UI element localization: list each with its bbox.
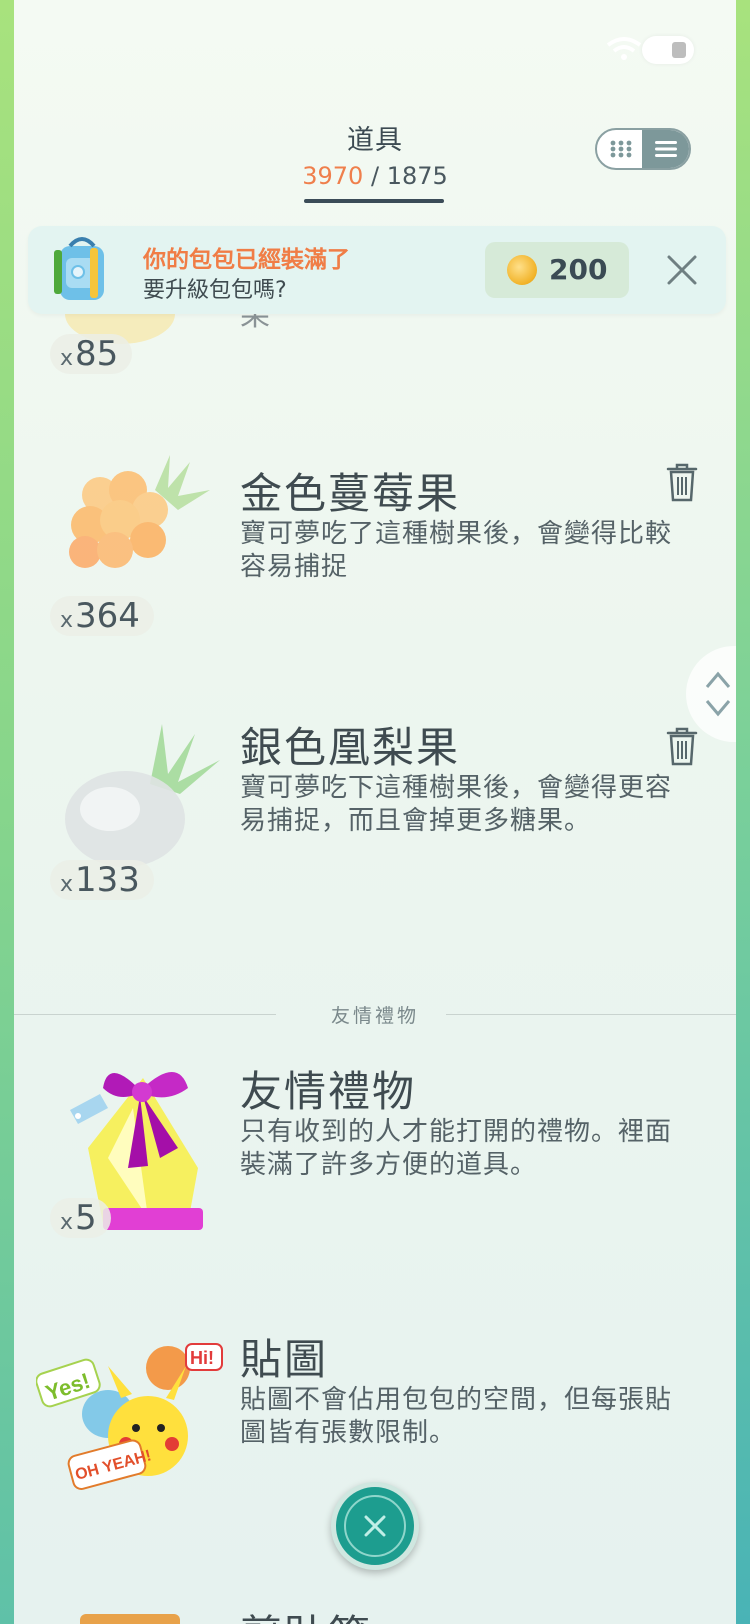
item-quantity: x85 — [50, 334, 133, 374]
coin-icon — [507, 255, 537, 285]
item-count-max: 1875 — [386, 162, 448, 190]
backpack-icon — [54, 237, 104, 300]
chevron-up-icon — [705, 671, 731, 688]
upgrade-cost: 200 — [549, 253, 608, 286]
upgrade-bag-button[interactable]: 200 — [485, 242, 629, 298]
silver-berry-image — [65, 724, 220, 867]
view-toggle[interactable] — [595, 128, 691, 170]
item-name: 銀色凰梨果 — [240, 723, 461, 772]
list-item[interactable]: 銀色凰梨果 寶可夢吃下這種樹果後，會變得更容易捕捉，而且會掉更多糖果。 x133 — [14, 714, 736, 934]
item-description: 寶可夢吃了這種樹果後，會變得比較容易捕捉 — [240, 519, 673, 582]
item-name: 友情禮物 — [240, 1067, 417, 1116]
close-icon[interactable] — [666, 254, 698, 286]
list-view-button[interactable] — [642, 130, 689, 168]
item-quantity: x364 — [50, 596, 154, 636]
list-item[interactable]: Hi! Yes! OH YEAH! 貼圖 貼圖不會佔用包包的空間，但每張貼圖皆有… — [14, 1316, 736, 1496]
golden-berry-image — [69, 455, 210, 568]
count-underline — [304, 199, 444, 203]
battery-icon — [642, 36, 694, 64]
item-description: 只有收到的人才能打開的禮物。裡面裝滿了許多方便的道具。 — [240, 1117, 673, 1180]
close-button[interactable] — [331, 1482, 419, 1570]
bag-full-subtitle: 要升級包包嗎? — [143, 278, 287, 303]
sticker-image: Hi! Yes! OH YEAH! — [36, 1343, 223, 1490]
bag-full-title: 你的包包已經裝滿了 — [143, 247, 350, 273]
list-item[interactable]: 友情禮物 只有收到的人才能打開的禮物。裡面裝滿了許多方便的道具。 x5 — [14, 1050, 736, 1250]
item-description: 貼圖不會佔用包包的空間，但每張貼圖皆有張數限制。 — [240, 1385, 673, 1448]
list-item[interactable]: 剪貼簿 — [14, 1596, 736, 1624]
wifi-icon — [606, 37, 642, 60]
list-item[interactable]: 金色蔓莓果 寶可夢吃了這種樹果後，會變得比較容易捕捉 x364 — [14, 450, 736, 670]
item-description: 寶可夢吃下這種樹果後，會變得更容易捕捉，而且會掉更多糖果。 — [240, 773, 673, 836]
item-name: 貼圖 — [240, 1335, 329, 1384]
bag-full-banner[interactable]: 你的包包已經裝滿了 要升級包包嗎? 200 — [28, 226, 726, 314]
item-quantity: x5 — [50, 1198, 111, 1238]
list-icon — [654, 141, 677, 157]
sticker-hi-text: Hi! — [190, 1348, 214, 1368]
item-count-current: 3970 — [302, 162, 364, 190]
right-frame — [736, 0, 750, 1624]
items-sheet: 道具 3970 / 1875 果 x85 你的包包已經裝滿了 要升級包包嗎? 2… — [14, 0, 736, 1624]
scrapbook-image — [80, 1614, 180, 1624]
trash-icon[interactable] — [666, 462, 698, 502]
grid-view-button[interactable] — [597, 130, 644, 168]
left-frame — [0, 0, 14, 1624]
item-name: 金色蔓莓果 — [240, 469, 461, 518]
trash-icon[interactable] — [666, 726, 698, 766]
item-count-separator: / — [370, 162, 380, 190]
close-icon — [364, 1515, 386, 1537]
chevron-down-icon — [705, 700, 731, 717]
item-name: 剪貼簿 — [240, 1602, 372, 1624]
item-quantity: x133 — [50, 860, 154, 900]
grid-icon — [610, 140, 631, 158]
